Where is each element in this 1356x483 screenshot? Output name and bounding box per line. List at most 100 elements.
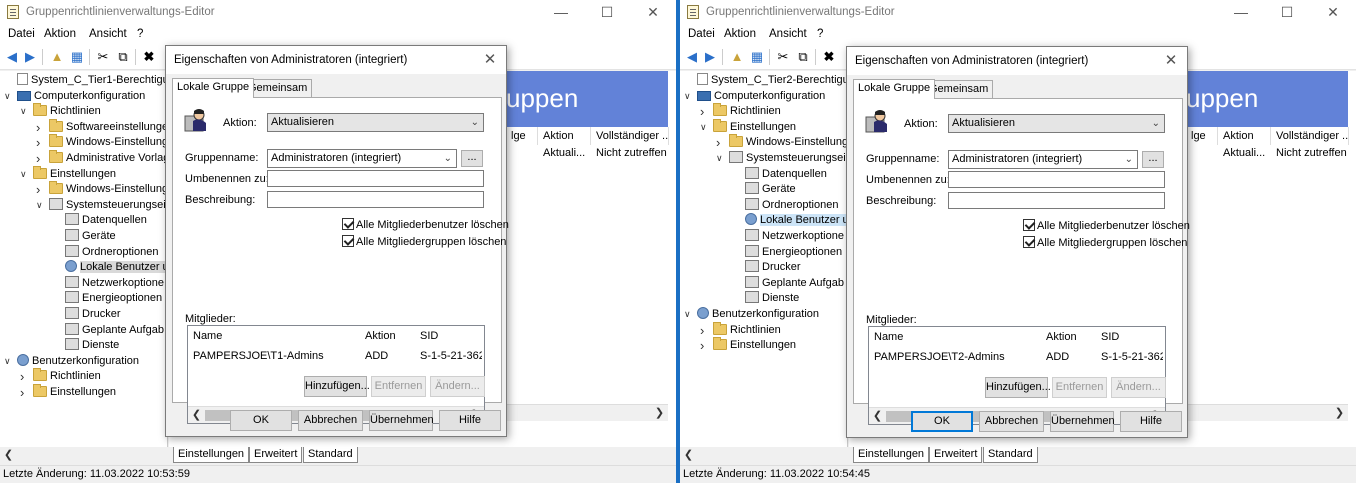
delete-icon[interactable]: ✖ bbox=[140, 48, 158, 66]
tree-hscroll[interactable]: ❮ bbox=[0, 447, 168, 464]
close-icon[interactable]: ✕ bbox=[1310, 0, 1356, 25]
rename-input[interactable] bbox=[267, 170, 484, 187]
member-sid[interactable]: S-1-5-21-3626! bbox=[420, 350, 482, 362]
apply-button[interactable]: Übernehmen bbox=[1050, 411, 1115, 432]
members-col-sid[interactable]: SID bbox=[1101, 331, 1119, 343]
chevron-right-icon[interactable]: › bbox=[20, 369, 33, 384]
back-arrow-icon[interactable]: ◀ bbox=[683, 48, 701, 66]
action-select[interactable]: Aktualisieren ⌄ bbox=[948, 114, 1165, 133]
scroll-left-icon[interactable]: ❮ bbox=[869, 408, 886, 424]
menu-datei[interactable]: Datei bbox=[688, 28, 715, 40]
tree-item[interactable]: System_C_Tier1-Berechtigung [S bbox=[4, 73, 167, 88]
scroll-right-icon[interactable]: ❯ bbox=[1331, 405, 1348, 422]
browse-group-button[interactable]: ... bbox=[461, 150, 483, 167]
tree-item[interactable]: Dienste bbox=[52, 338, 119, 353]
member-action[interactable]: ADD bbox=[365, 350, 388, 362]
delete-all-member-users-checkbox[interactable]: Alle Mitgliederbenutzer löschen bbox=[1023, 219, 1190, 233]
menu-ansicht[interactable]: Ansicht bbox=[769, 28, 807, 40]
delete-all-member-groups-checkbox[interactable]: Alle Mitgliedergruppen löschen bbox=[342, 235, 506, 249]
member-sid[interactable]: S-1-5-21-3626! bbox=[1101, 351, 1163, 363]
menu-help[interactable]: ? bbox=[817, 28, 823, 40]
copy-icon[interactable]: ⧉ bbox=[114, 48, 132, 66]
tree-item[interactable]: ∨ Benutzerkonfiguration bbox=[684, 307, 819, 322]
list-cell-aktion[interactable]: Aktuali... bbox=[538, 146, 591, 161]
menu-help[interactable]: ? bbox=[137, 28, 143, 40]
tree-item[interactable]: Drucker bbox=[52, 307, 121, 322]
tree-item[interactable]: Ordneroptionen bbox=[732, 197, 838, 213]
change-member-button[interactable]: Ändern... bbox=[430, 376, 485, 397]
tree-item[interactable]: › Richtlinien bbox=[700, 103, 781, 119]
column-header-aktion[interactable]: Aktion bbox=[1218, 127, 1271, 145]
back-arrow-icon[interactable]: ◀ bbox=[3, 48, 21, 66]
tree-item[interactable]: ∨ Einstellungen bbox=[20, 165, 116, 182]
list-cell-full[interactable]: Nicht zutreffen bbox=[591, 146, 669, 161]
chevron-down-icon[interactable]: ∨ bbox=[684, 307, 697, 322]
details-hscroll[interactable]: ❯ bbox=[506, 404, 668, 421]
tab-erweitert[interactable]: Erweitert bbox=[929, 447, 983, 463]
delete-all-member-groups-checkbox[interactable]: Alle Mitgliedergruppen löschen bbox=[1023, 236, 1187, 250]
list-cell-full[interactable]: Nicht zutreffen bbox=[1271, 146, 1349, 161]
chevron-down-icon[interactable]: ∨ bbox=[20, 167, 33, 182]
member-name[interactable]: PAMPERSJOE\T2-Admins bbox=[874, 351, 1005, 363]
tab-standard[interactable]: Standard bbox=[983, 447, 1038, 463]
menu-datei[interactable]: Datei bbox=[8, 28, 35, 40]
column-header[interactable]: lge bbox=[1186, 127, 1218, 145]
tree-item[interactable]: Energieoptionen bbox=[52, 291, 162, 306]
apply-button[interactable]: Übernehmen bbox=[369, 410, 434, 431]
tree-item[interactable]: › Richtlinien bbox=[700, 321, 781, 338]
tree-item[interactable]: Netzwerkoptione bbox=[732, 229, 844, 244]
add-member-button[interactable]: Hinzufügen... bbox=[304, 376, 370, 397]
members-col-action[interactable]: Aktion bbox=[1046, 331, 1077, 343]
remove-member-button[interactable]: Entfernen bbox=[371, 376, 426, 397]
chevron-down-icon[interactable]: ∨ bbox=[716, 151, 729, 166]
chevron-right-icon[interactable]: › bbox=[700, 338, 713, 353]
menu-aktion[interactable]: Aktion bbox=[724, 28, 756, 40]
tree-item[interactable]: › Richtlinien bbox=[20, 368, 101, 384]
column-header-full[interactable]: Vollständiger ... bbox=[1271, 127, 1349, 145]
delete-icon[interactable]: ✖ bbox=[820, 48, 838, 66]
tree-item[interactable]: › Einstellungen bbox=[700, 337, 796, 353]
maximize-icon[interactable]: ☐ bbox=[1264, 0, 1310, 25]
members-col-action[interactable]: Aktion bbox=[365, 330, 396, 342]
dialog-close-icon[interactable]: ✕ bbox=[480, 46, 500, 74]
chevron-down-icon[interactable]: ∨ bbox=[20, 104, 33, 119]
chevron-right-icon[interactable]: › bbox=[36, 135, 49, 150]
ok-button[interactable]: OK bbox=[230, 410, 292, 431]
change-member-button[interactable]: Ändern... bbox=[1111, 377, 1166, 398]
tree-item[interactable]: Energieoptionen bbox=[732, 244, 842, 260]
chevron-down-icon[interactable]: ∨ bbox=[4, 354, 17, 369]
minimize-icon[interactable]: — bbox=[1218, 0, 1264, 25]
help-button[interactable]: Hilfe bbox=[439, 410, 501, 431]
chevron-right-icon[interactable]: › bbox=[36, 151, 49, 166]
minimize-icon[interactable]: — bbox=[538, 0, 584, 25]
members-col-sid[interactable]: SID bbox=[420, 330, 438, 342]
browse-group-button[interactable]: ... bbox=[1142, 151, 1164, 168]
tree-item[interactable]: ∨ Systemsteuerungsein bbox=[36, 197, 167, 213]
cut-icon[interactable]: ✂ bbox=[774, 48, 792, 66]
close-icon[interactable]: ✕ bbox=[630, 0, 676, 25]
chevron-right-icon[interactable]: › bbox=[36, 120, 49, 135]
cancel-button[interactable]: Abbrechen bbox=[979, 411, 1044, 432]
tab-standard[interactable]: Standard bbox=[303, 447, 358, 463]
copy-icon[interactable]: ⧉ bbox=[794, 48, 812, 66]
tree-item[interactable]: Geräte bbox=[52, 229, 116, 244]
chevron-down-icon[interactable]: ∨ bbox=[36, 198, 49, 213]
tab-lokale-gruppe[interactable]: Lokale Gruppe bbox=[172, 78, 255, 98]
group-name-combo[interactable]: Administratoren (integriert) ⌄ bbox=[948, 150, 1138, 169]
tree-item[interactable]: ∨ Benutzerkonfiguration bbox=[4, 353, 139, 369]
rename-input[interactable] bbox=[948, 171, 1165, 188]
delete-all-member-users-checkbox[interactable]: Alle Mitgliederbenutzer löschen bbox=[342, 218, 509, 232]
tree-item[interactable]: Geplante Aufgab bbox=[52, 322, 164, 338]
cancel-button[interactable]: Abbrechen bbox=[298, 410, 363, 431]
tree-item[interactable]: Lokale Benutzer u bbox=[732, 213, 847, 228]
description-input[interactable] bbox=[267, 191, 484, 208]
tree-item[interactable]: ∨ Computerkonfiguration bbox=[684, 89, 825, 104]
tree-hscroll[interactable]: ❮ bbox=[680, 447, 848, 464]
scroll-left-icon[interactable]: ❮ bbox=[680, 447, 697, 464]
column-header-aktion[interactable]: Aktion bbox=[538, 127, 591, 145]
tree-item[interactable]: Dienste bbox=[732, 291, 799, 306]
tree-item[interactable]: › Einstellungen bbox=[20, 384, 116, 400]
chevron-down-icon[interactable]: ∨ bbox=[684, 89, 697, 104]
action-select[interactable]: Aktualisieren ⌄ bbox=[267, 113, 484, 132]
maximize-icon[interactable]: ☐ bbox=[584, 0, 630, 25]
